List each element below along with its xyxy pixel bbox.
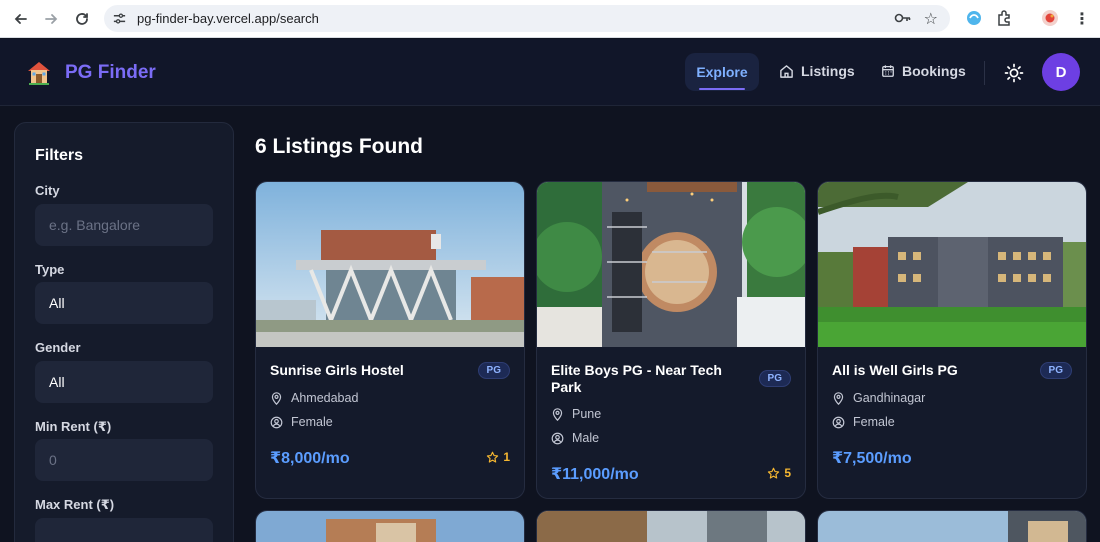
user-circle-icon [551,432,564,444]
listing-name[interactable]: Elite Boys PG - Near Tech Park [551,362,751,396]
listing-photo [256,182,524,347]
calendar-icon [882,65,894,77]
city-text: Ahmedabad [291,391,359,405]
house-logo-icon[interactable] [25,58,53,86]
browser-toolbar: pg-finder-bay.vercel.app/search ☆ ⋮ [0,0,1100,38]
city-text: Gandhinagar [853,391,926,405]
nav-bookings[interactable]: Bookings [881,63,966,79]
back-icon[interactable] [10,8,32,30]
header-divider [984,61,985,85]
max-rent-input[interactable] [35,518,213,542]
city-input[interactable]: e.g. Bangalore [35,204,213,246]
address-bar[interactable]: pg-finder-bay.vercel.app/search ☆ [104,5,950,32]
listing-photo [537,511,805,542]
user-avatar[interactable]: D [1042,53,1080,91]
app-header: PG Finder Explore Listings Bookings D [0,39,1100,106]
type-badge: PG [758,370,791,387]
brand-name[interactable]: PG Finder [65,62,156,84]
city-text: Pune [572,407,602,421]
user-circle-icon [832,416,845,428]
user-circle-icon [270,416,283,428]
listing-card[interactable]: All is Well Girls PG PG Gandhinagar Fema… [817,181,1087,499]
gender-row: Male [551,431,599,445]
type-badge: PG [1039,362,1072,379]
listing-photo [818,511,1086,542]
results-count-heading: 6 Listings Found [255,135,423,158]
gender-select[interactable]: All [35,361,213,403]
listing-name[interactable]: Sunrise Girls Hostel [270,362,470,379]
listing-photo [818,182,1086,347]
max-rent-label: Max Rent (₹) [35,497,115,512]
gender-row: Female [270,415,333,429]
nav-listings[interactable]: Listings [779,63,855,79]
price: ₹8,000/mo [270,450,350,467]
gender-text: Male [572,431,600,445]
map-pin-icon [271,391,282,405]
filters-panel: Filters City e.g. Bangalore Type All Gen… [14,122,234,542]
listing-photo [537,182,805,347]
gender-text: Female [853,415,895,429]
active-underline [699,88,745,90]
gender-row: Female [832,415,895,429]
type-select[interactable]: All [35,282,213,324]
bookmark-star-icon[interactable]: ☆ [924,9,938,29]
map-pin-icon [833,391,844,405]
star-icon [768,467,780,479]
listing-photo [256,511,524,542]
filters-title: Filters [35,147,84,164]
extensions-puzzle-icon[interactable] [996,9,1014,27]
location-row: Ahmedabad [270,391,358,405]
min-rent-input[interactable]: 0 [35,439,213,481]
site-settings-icon[interactable] [112,11,127,26]
profile-avatar-icon[interactable] [1041,9,1059,27]
nav-explore[interactable]: Explore [685,53,759,91]
rating: 5 [767,466,791,480]
rating-value: 5 [784,466,791,480]
home-icon [780,64,793,78]
listing-card[interactable]: Elite Boys PG - Near Tech Park PG Pune M… [536,181,806,499]
listing-card-partial[interactable] [536,510,806,542]
nav-explore-label: Explore [696,64,748,80]
listing-card-partial[interactable] [817,510,1087,542]
listing-card[interactable]: Sunrise Girls Hostel PG Ahmedabad Female… [255,181,525,499]
listing-card-partial[interactable] [255,510,525,542]
star-icon [487,451,499,463]
reload-icon[interactable] [71,8,93,30]
map-pin-icon [552,407,563,421]
location-row: Pune [551,407,601,421]
min-rent-label: Min Rent (₹) [35,419,112,434]
type-badge: PG [477,362,510,379]
listing-name[interactable]: All is Well Girls PG [832,362,1032,379]
forward-icon[interactable] [40,8,62,30]
menu-icon[interactable]: ⋮ [1071,8,1093,30]
nav-bookings-label: Bookings [902,63,966,79]
rating-value: 1 [503,450,510,464]
url-text: pg-finder-bay.vercel.app/search [137,11,319,26]
city-label: City [35,183,60,198]
sun-theme-icon[interactable] [1004,63,1024,83]
password-key-icon[interactable] [894,11,912,25]
type-label: Type [35,262,65,277]
gender-text: Female [291,415,333,429]
location-row: Gandhinagar [832,391,925,405]
gender-label: Gender [35,340,81,355]
rating: 1 [486,450,510,464]
price: ₹11,000/mo [551,466,639,483]
price: ₹7,500/mo [832,450,912,467]
nav-listings-label: Listings [801,63,855,79]
extension-swirl-icon[interactable] [965,9,983,27]
